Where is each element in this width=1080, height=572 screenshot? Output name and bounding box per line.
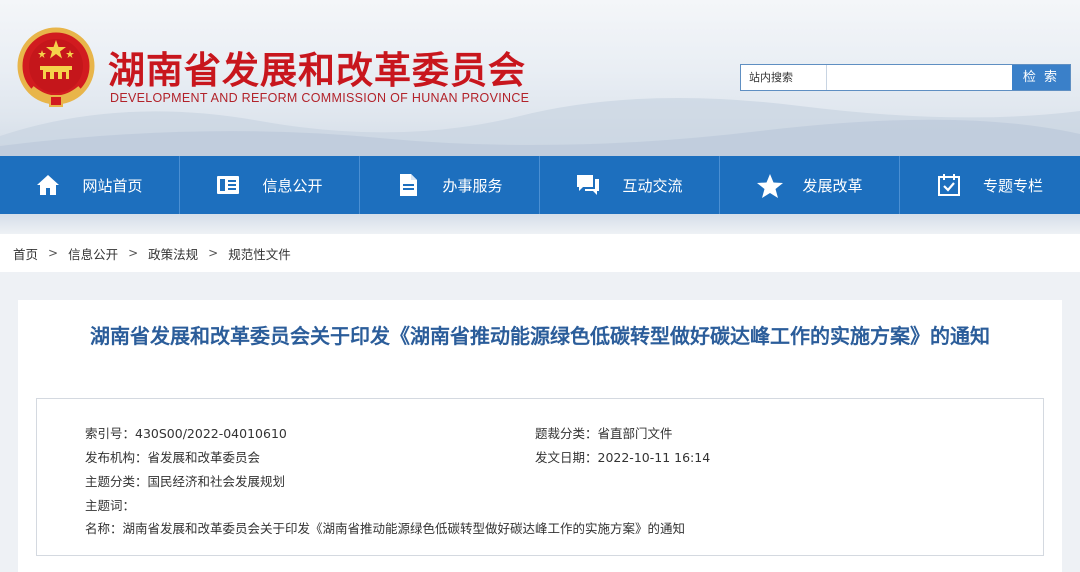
document-metadata-box: 索引号：430S00/2022-04010610 题裁分类：省直部门文件 发布机…	[36, 398, 1044, 556]
site-header: 湖南省发展和改革委员会 DEVELOPMENT AND REFORM COMMI…	[0, 0, 1080, 156]
meta-keywords: 主题词：	[85, 498, 136, 513]
search-input[interactable]	[827, 65, 1012, 90]
nav-item-info-disclosure[interactable]: 信息公开	[180, 156, 360, 214]
article-title: 湖南省发展和改革委员会关于印发《湖南省推动能源绿色低碳转型做好碳达峰工作的实施方…	[90, 324, 990, 348]
nav-item-label: 办事服务	[442, 176, 503, 195]
nav-item-label: 网站首页	[82, 176, 143, 195]
meta-category: 题裁分类：省直部门文件	[535, 426, 673, 441]
nav-item-label: 信息公开	[262, 176, 323, 195]
meta-topic: 主题分类：国民经济和社会发展规划	[85, 474, 286, 489]
meta-date: 发文日期：2022-10-11 16:14	[535, 450, 711, 465]
calendar-check-icon	[937, 173, 961, 197]
breadcrumb-home[interactable]: 首页	[13, 244, 38, 263]
breadcrumb-normative-documents[interactable]: 规范性文件	[228, 244, 291, 263]
nav-item-label: 互动交流	[622, 176, 683, 195]
nav-item-development-reform[interactable]: 发展改革	[720, 156, 900, 214]
nav-item-interaction[interactable]: 互动交流	[540, 156, 720, 214]
search-label[interactable]: 站内搜索	[741, 65, 827, 90]
nav-item-home[interactable]: 网站首页	[0, 156, 180, 214]
breadcrumb-separator: >	[128, 246, 139, 260]
site-title: 湖南省发展和改革委员会	[108, 49, 526, 92]
national-emblem-logo[interactable]	[16, 26, 96, 110]
meta-name: 名称：湖南省发展和改革委员会关于印发《湖南省推动能源绿色低碳转型做好碳达峰工作的…	[85, 521, 686, 536]
site-subtitle: DEVELOPMENT AND REFORM COMMISSION OF HUN…	[110, 91, 530, 105]
breadcrumb-policy-regulations[interactable]: 政策法规	[148, 244, 198, 263]
breadcrumb: 首页 > 信息公开 > 政策法规 > 规范性文件	[0, 234, 1080, 272]
star-icon	[756, 173, 784, 198]
site-search: 站内搜索 检 索	[740, 64, 1071, 91]
search-button[interactable]: 检 索	[1012, 65, 1070, 90]
meta-issuer: 发布机构：省发展和改革委员会	[85, 450, 261, 465]
nav-item-label: 发展改革	[802, 176, 863, 195]
breadcrumb-info-disclosure[interactable]: 信息公开	[68, 244, 118, 263]
breadcrumb-separator: >	[208, 246, 219, 260]
nav-item-services[interactable]: 办事服务	[360, 156, 540, 214]
main-nav: 网站首页 信息公开 办事服务 互动交流 发展改革 专题专栏	[0, 156, 1080, 214]
file-icon	[396, 173, 420, 197]
meta-index-number: 索引号：430S00/2022-04010610	[85, 426, 287, 441]
home-icon	[36, 173, 60, 197]
article-container: 湖南省发展和改革委员会关于印发《湖南省推动能源绿色低碳转型做好碳达峰工作的实施方…	[18, 300, 1062, 572]
document-list-icon	[216, 173, 240, 197]
chat-icon	[576, 173, 600, 197]
nav-item-label: 专题专栏	[982, 176, 1043, 195]
breadcrumb-separator: >	[48, 246, 59, 260]
nav-shadow-divider	[0, 214, 1080, 234]
nav-item-special-topics[interactable]: 专题专栏	[900, 156, 1080, 214]
